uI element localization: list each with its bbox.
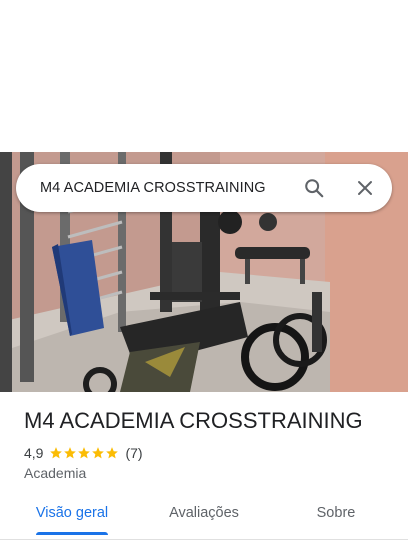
star-rating xyxy=(49,446,119,460)
tab-reviews[interactable]: Avaliações xyxy=(152,496,256,536)
active-tab-indicator xyxy=(36,532,108,535)
search-input[interactable]: M4 ACADEMIA CROSSTRAINING xyxy=(40,164,266,212)
place-category[interactable]: Academia xyxy=(24,465,86,481)
close-icon[interactable] xyxy=(349,172,381,204)
rating-value: 4,9 xyxy=(24,445,44,461)
tabs-divider xyxy=(0,539,408,540)
search-icon[interactable] xyxy=(298,172,330,204)
tab-about[interactable]: Sobre xyxy=(300,496,372,536)
star-icon xyxy=(92,447,105,459)
star-icon xyxy=(50,447,63,459)
place-title: M4 ACADEMIA CROSSTRAINING xyxy=(24,408,363,433)
tab-overview[interactable]: Visão geral xyxy=(24,496,120,536)
place-tabs: Visão geral Avaliações Sobre xyxy=(0,496,408,536)
review-count[interactable]: (7) xyxy=(125,445,142,461)
search-bar[interactable]: M4 ACADEMIA CROSSTRAINING xyxy=(16,164,392,212)
star-icon xyxy=(78,447,91,459)
rating-row[interactable]: 4,9 (7) xyxy=(24,444,143,462)
star-icon xyxy=(106,447,119,459)
map-area-blank xyxy=(0,0,408,152)
star-icon xyxy=(64,447,77,459)
